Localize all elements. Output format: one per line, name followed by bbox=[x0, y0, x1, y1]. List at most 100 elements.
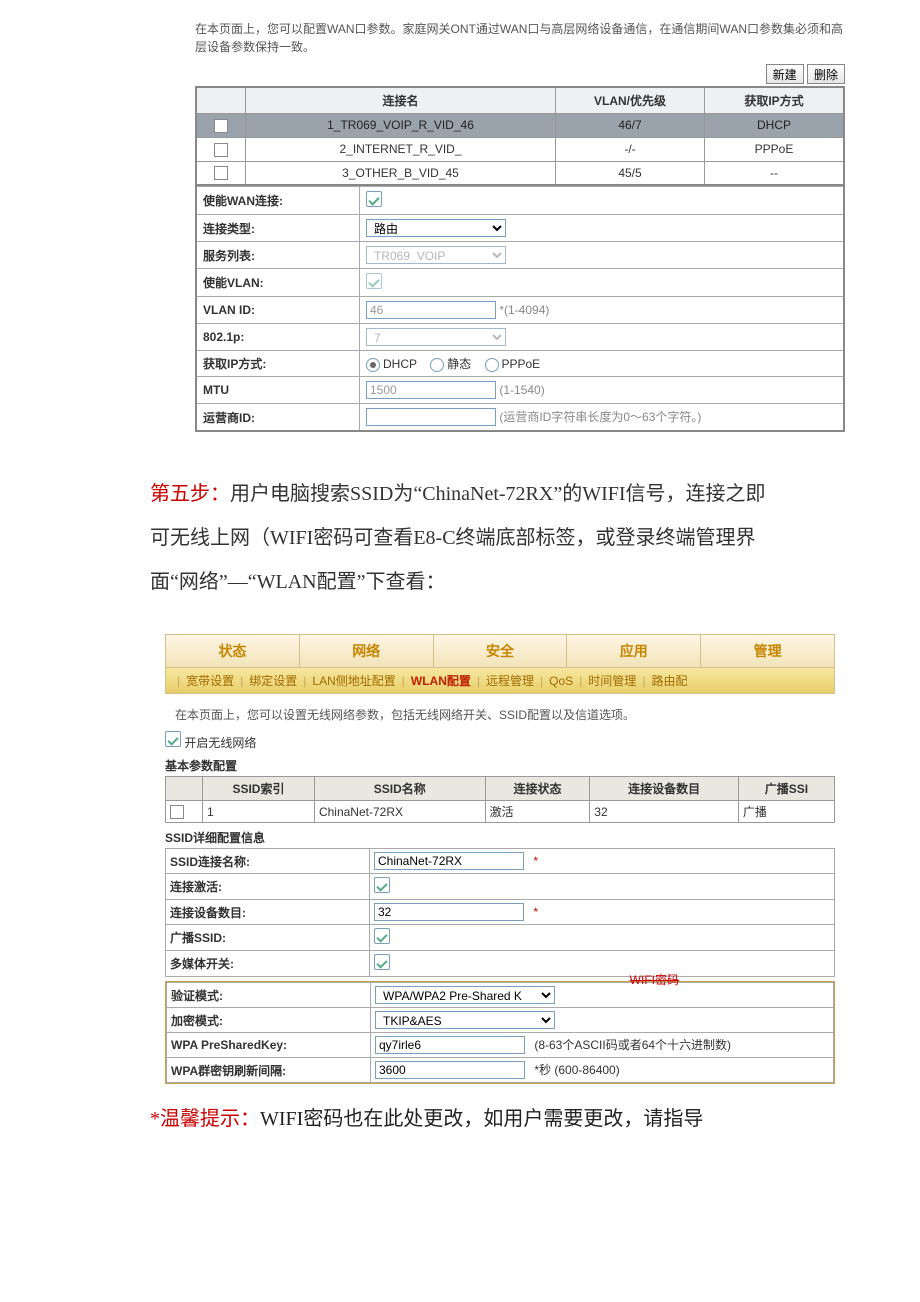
ssid-name-label: SSID连接名称: bbox=[166, 849, 370, 874]
dot1p-label: 802.1p: bbox=[196, 324, 360, 351]
wlan-config-panel: 在本页面上，您可以设置无线网络参数，包括无线网络开关、SSID配置以及信道选项。… bbox=[165, 706, 835, 1084]
col-ipmode: 获取IP方式 bbox=[705, 87, 845, 114]
enable-wan-label: 使能WAN连接: bbox=[196, 187, 360, 215]
conn-ip: -- bbox=[705, 161, 845, 185]
top-nav: 状态 网络 安全 应用 管理 bbox=[165, 634, 835, 668]
media-switch-checkbox[interactable] bbox=[374, 954, 390, 970]
new-button[interactable]: 新建 bbox=[766, 64, 804, 84]
step-lead: 第五步： bbox=[150, 483, 230, 505]
conn-name: 3_OTHER_B_VID_45 bbox=[246, 161, 556, 185]
svc-list-label: 服务列表: bbox=[196, 242, 360, 269]
dot1p-select: 7 bbox=[366, 328, 506, 346]
col-ssid-name: SSID名称 bbox=[314, 777, 485, 801]
enable-wireless-checkbox[interactable] bbox=[165, 731, 181, 747]
table-row[interactable]: 1_TR069_VOIP_R_VID_46 46/7 DHCP bbox=[196, 114, 844, 138]
col-ssid-state: 连接状态 bbox=[485, 777, 590, 801]
enable-wan-checkbox[interactable] bbox=[366, 191, 382, 207]
row-checkbox[interactable] bbox=[214, 166, 228, 180]
subnav-broadband[interactable]: 宽带设置 bbox=[183, 672, 237, 689]
conn-vlan: 45/5 bbox=[556, 161, 705, 185]
col-conn-name: 连接名 bbox=[246, 87, 556, 114]
required-star: * bbox=[527, 905, 538, 919]
ssid-bcast-checkbox[interactable] bbox=[374, 928, 390, 944]
step-body: 用户电脑搜索SSID为“ChinaNet-72RX”的WIFI信号，连接之即可无… bbox=[150, 483, 766, 593]
wan-form: 使能WAN连接: 连接类型: 路由 服务列表: TR069_VOIP bbox=[195, 186, 845, 432]
ssid-count-input[interactable] bbox=[374, 903, 524, 921]
tab-manage[interactable]: 管理 bbox=[701, 635, 834, 667]
subnav-qos[interactable]: QoS bbox=[546, 674, 576, 688]
table-row[interactable]: 1 ChinaNet-72RX 激活 32 广播 bbox=[166, 801, 835, 823]
vlan-id-label: VLAN ID: bbox=[196, 297, 360, 324]
tab-app[interactable]: 应用 bbox=[567, 635, 701, 667]
row-checkbox[interactable] bbox=[214, 119, 228, 133]
basic-params-title: 基本参数配置 bbox=[165, 757, 835, 774]
mtu-hint: (1-1540) bbox=[499, 383, 544, 397]
carrier-id-input[interactable] bbox=[366, 408, 496, 426]
subnav-remote[interactable]: 远程管理 bbox=[483, 672, 537, 689]
sub-nav: | 宽带设置| 绑定设置| LAN侧地址配置| WLAN配置| 远程管理| Qo… bbox=[165, 668, 835, 694]
conn-ip: DHCP bbox=[705, 114, 845, 138]
col-ssid-bcast: 广播SSI bbox=[738, 777, 834, 801]
vlan-enable-checkbox bbox=[366, 273, 382, 289]
ipmode-pppoe-label: PPPoE bbox=[502, 357, 541, 371]
ssid-index: 1 bbox=[203, 801, 315, 823]
ssid-count: 32 bbox=[590, 801, 739, 823]
vlan-id-input bbox=[366, 301, 496, 319]
rekey-input[interactable] bbox=[375, 1061, 525, 1079]
ssid-state: 激活 bbox=[485, 801, 590, 823]
ssid-detail-title: SSID详细配置信息 bbox=[165, 829, 835, 846]
table-row[interactable]: 2_INTERNET_R_VID_ -/- PPPoE bbox=[196, 137, 844, 161]
carrier-id-hint: (运营商ID字符串长度为0～63个字符。) bbox=[499, 410, 701, 424]
wlan-form: SSID连接名称: * 连接激活: 连接设备数目: * 广播SSID: bbox=[165, 848, 835, 977]
media-switch-label: 多媒体开关: bbox=[166, 951, 370, 977]
tab-security[interactable]: 安全 bbox=[434, 635, 568, 667]
conn-name: 2_INTERNET_R_VID_ bbox=[246, 137, 556, 161]
ssid-active-checkbox[interactable] bbox=[374, 877, 390, 893]
psk-label: WPA PreSharedKey: bbox=[167, 1033, 371, 1058]
delete-button[interactable]: 删除 bbox=[807, 64, 845, 84]
vlan-enable-label: 使能VLAN: bbox=[196, 269, 360, 297]
ipmode-dhcp-radio[interactable] bbox=[366, 358, 380, 372]
ipmode-dhcp-label: DHCP bbox=[383, 357, 417, 371]
conn-ip: PPPoE bbox=[705, 137, 845, 161]
subnav-route[interactable]: 路由配 bbox=[648, 672, 690, 689]
conn-type-select[interactable]: 路由 bbox=[366, 219, 506, 237]
enc-mode-label: 加密模式: bbox=[167, 1008, 371, 1033]
conn-name: 1_TR069_VOIP_R_VID_46 bbox=[246, 114, 556, 138]
psk-hint: (8-63个ASCII码或者64个十六进制数) bbox=[528, 1038, 731, 1052]
svc-list-select: TR069_VOIP bbox=[366, 246, 506, 264]
enc-mode-select[interactable]: TKIP&AES bbox=[375, 1011, 555, 1029]
col-ssid-index: SSID索引 bbox=[203, 777, 315, 801]
row-checkbox[interactable] bbox=[214, 143, 228, 157]
row-checkbox[interactable] bbox=[170, 805, 184, 819]
wifi-password-tag: WIFI密码 bbox=[630, 971, 679, 988]
conn-vlan: 46/7 bbox=[556, 114, 705, 138]
conn-vlan: -/- bbox=[556, 137, 705, 161]
auth-mode-label: 验证模式: bbox=[167, 983, 371, 1008]
carrier-id-label: 运营商ID: bbox=[196, 404, 360, 432]
ipmode-static-label: 静态 bbox=[447, 357, 471, 371]
doc-paragraph: 第五步：用户电脑搜索SSID为“ChinaNet-72RX”的WIFI信号，连接… bbox=[150, 472, 770, 604]
col-ssid-count: 连接设备数目 bbox=[590, 777, 739, 801]
ssid-name: ChinaNet-72RX bbox=[314, 801, 485, 823]
subnav-time[interactable]: 时间管理 bbox=[585, 672, 639, 689]
rekey-hint: *秒 (600-86400) bbox=[528, 1063, 619, 1077]
subnav-wlan[interactable]: WLAN配置 bbox=[408, 672, 474, 689]
table-row[interactable]: 3_OTHER_B_VID_45 45/5 -- bbox=[196, 161, 844, 185]
conn-type-label: 连接类型: bbox=[196, 215, 360, 242]
tab-status[interactable]: 状态 bbox=[166, 635, 300, 667]
auth-mode-select[interactable]: WPA/WPA2 Pre-Shared K bbox=[375, 986, 555, 1004]
ssid-bcast-label: 广播SSID: bbox=[166, 925, 370, 951]
ssid-name-input[interactable] bbox=[374, 852, 524, 870]
tab-network[interactable]: 网络 bbox=[300, 635, 434, 667]
ipmode-pppoe-radio[interactable] bbox=[485, 358, 499, 372]
ipmode-static-radio[interactable] bbox=[430, 358, 444, 372]
subnav-binding[interactable]: 绑定设置 bbox=[246, 672, 300, 689]
ipmode-label: 获取IP方式: bbox=[196, 351, 360, 377]
mtu-label: MTU bbox=[196, 377, 360, 404]
subnav-lan[interactable]: LAN侧地址配置 bbox=[309, 672, 398, 689]
enable-wireless-label: 开启无线网络 bbox=[184, 736, 256, 750]
psk-input[interactable] bbox=[375, 1036, 525, 1054]
wan-config-panel: 在本页面上，您可以配置WAN口参数。家庭网关ONT通过WAN口与高层网络设备通信… bbox=[195, 20, 845, 432]
nav-panel: 状态 网络 安全 应用 管理 | 宽带设置| 绑定设置| LAN侧地址配置| W… bbox=[165, 634, 835, 694]
